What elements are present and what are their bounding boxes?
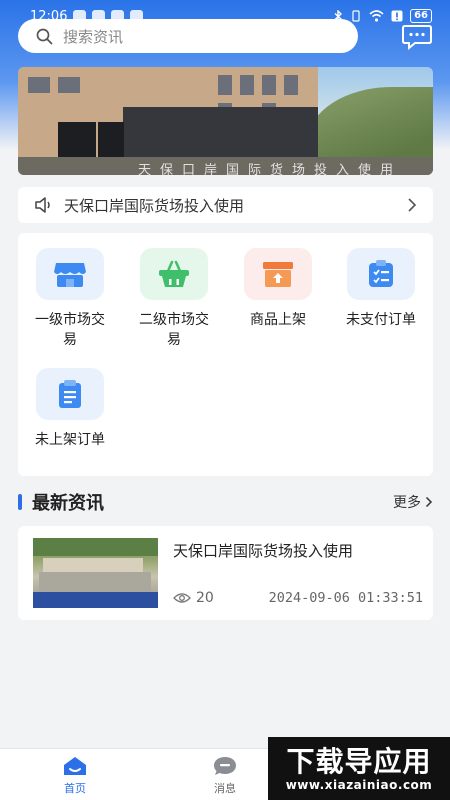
search-placeholder: 搜索资讯: [63, 27, 124, 46]
news-views: 20: [173, 590, 214, 606]
thumb-building: [43, 558, 143, 572]
news-section-header: 最新资讯 更多: [18, 488, 433, 516]
watermark-url: www.xiazainiao.com: [285, 777, 433, 792]
alert-icon: [391, 10, 403, 22]
notice-bar[interactable]: 天保口岸国际货场投入使用: [18, 187, 433, 223]
watermark-logo: 下载导应用 www.xiazainiao.com: [268, 737, 450, 800]
banner-window: [28, 77, 50, 93]
speaker-icon: [35, 197, 50, 213]
grid-label: 商品上架: [250, 312, 306, 328]
thumb-yard: [39, 572, 151, 592]
vibrate-icon: [352, 10, 360, 22]
grid-icon-box: [140, 248, 208, 300]
grid-label: 二级市场交易: [139, 312, 209, 348]
banner-carousel[interactable]: 天保口岸国际货场投入使用: [18, 67, 433, 175]
notice-text: 天保口岸国际货场投入使用: [64, 196, 245, 215]
news-view-count: 20: [196, 590, 214, 606]
tab-home[interactable]: 首页: [35, 755, 115, 796]
more-label: 更多: [393, 495, 421, 511]
news-meta: 20 2024-09-06 01:33:51: [173, 590, 423, 606]
banner-window: [240, 75, 254, 95]
grid-label: 未支付订单: [346, 312, 416, 328]
grid-item-unlisted-orders[interactable]: 未上架订单: [18, 368, 122, 450]
battery-indicator: 66: [410, 9, 432, 23]
grid-icon-box: [347, 248, 415, 300]
thumb-hill: [33, 538, 158, 556]
section-accent-bar: [18, 494, 22, 510]
banner-caption: 天保口岸国际货场投入使用: [138, 163, 403, 175]
eye-icon: [173, 593, 191, 603]
tab-messages[interactable]: 消息: [185, 755, 265, 796]
banner-window: [58, 77, 80, 93]
search-icon: [36, 28, 53, 44]
grid-icon-box: [244, 248, 312, 300]
grid-item-secondary-market[interactable]: 二级市场交易: [122, 248, 226, 350]
function-grid: 一级市场交易 二级市场交易 商品上架 未支付订单 未上架订单: [18, 233, 433, 476]
market-stall-icon: [54, 263, 86, 287]
chevron-right-icon: [425, 496, 433, 508]
grid-item-unpaid-orders[interactable]: 未支付订单: [329, 248, 433, 330]
section-title: 最新资讯: [32, 493, 104, 514]
shopping-basket-icon: [159, 260, 189, 287]
home-icon: [64, 757, 86, 775]
banner-window: [262, 75, 276, 95]
news-list-item[interactable]: 天保口岸国际货场投入使用 20 2024-09-06 01:33:51: [18, 526, 433, 620]
chevron-right-icon: [408, 198, 417, 212]
clipboard-icon: [59, 380, 81, 408]
grid-item-product-listing[interactable]: 商品上架: [226, 248, 330, 330]
unpaid-order-icon: [369, 260, 393, 287]
tab-label: 首页: [64, 782, 86, 795]
banner-window: [284, 75, 298, 95]
watermark-main: 下载导应用: [286, 744, 432, 778]
tab-label: 消息: [214, 782, 236, 795]
more-link[interactable]: 更多: [393, 492, 433, 512]
grid-label: 未上架订单: [35, 432, 105, 448]
grid-icon-box: [36, 368, 104, 420]
message-icon: [214, 757, 236, 775]
news-date: 2024-09-06 01:33:51: [268, 590, 423, 606]
banner-window: [218, 75, 232, 95]
shelf-box-icon: [263, 262, 293, 287]
grid-icon-box: [36, 248, 104, 300]
grid-item-primary-market[interactable]: 一级市场交易: [18, 248, 122, 350]
grid-label: 一级市场交易: [35, 312, 105, 348]
news-thumbnail: [33, 538, 158, 608]
news-title: 天保口岸国际货场投入使用: [173, 542, 354, 560]
chat-bubble-icon: [402, 25, 432, 50]
thumb-news-ticker: [33, 592, 158, 608]
chat-button[interactable]: [398, 22, 436, 52]
wifi-icon: [369, 10, 384, 22]
search-input[interactable]: 搜索资讯: [18, 19, 358, 53]
